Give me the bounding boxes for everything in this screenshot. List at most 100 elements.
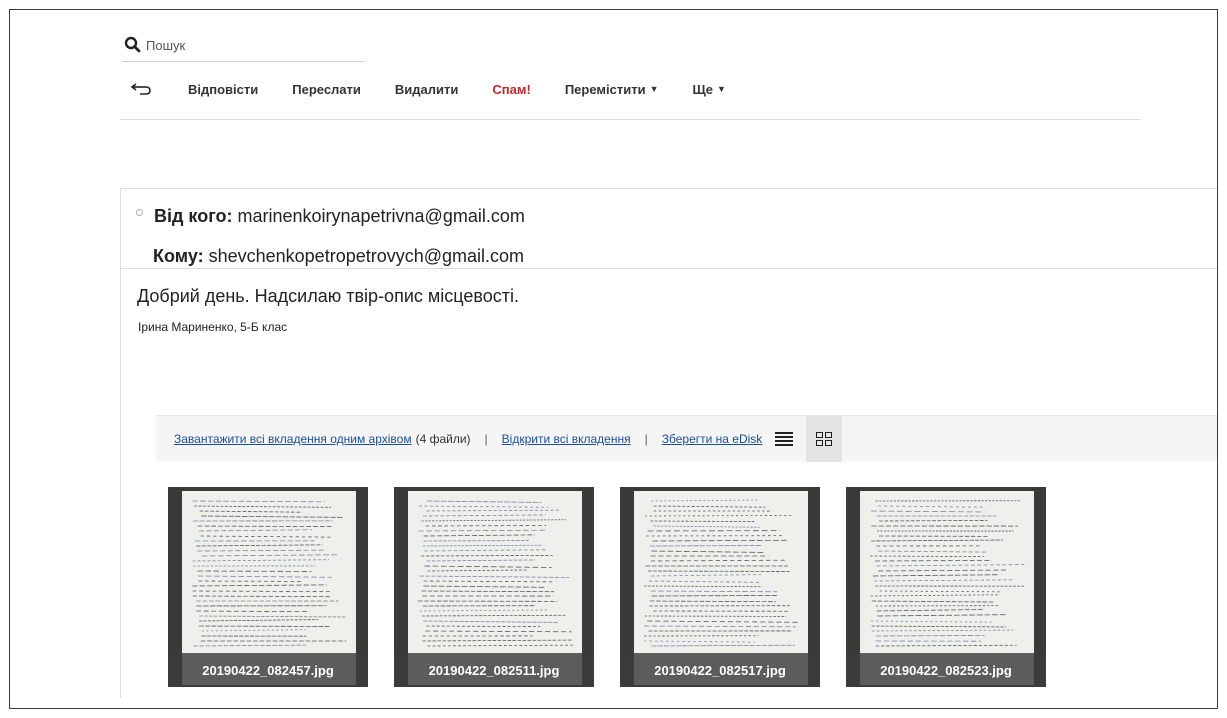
handwriting-stroke [421, 554, 553, 557]
handwriting-stroke [650, 590, 778, 593]
search-box[interactable]: Пошук [122, 29, 365, 62]
handwriting-stroke [650, 559, 786, 562]
open-all-link[interactable]: Відкрити всі вкладення [502, 432, 631, 446]
handwriting-stroke [426, 509, 560, 512]
from-address[interactable]: marinenkoirynapetrivna@gmail.com [237, 206, 524, 226]
move-dropdown[interactable]: Перемістити ▼ [565, 82, 659, 97]
handwriting-stroke [651, 499, 759, 502]
handwriting-stroke [199, 529, 312, 532]
chevron-down-icon: ▼ [716, 84, 726, 94]
handwriting-stroke [872, 574, 998, 577]
unread-dot-icon[interactable] [136, 209, 143, 216]
handwriting-stroke [427, 644, 573, 647]
handwriting-stroke [423, 580, 555, 583]
handwriting-stroke [870, 555, 985, 558]
handwriting-stroke [653, 525, 760, 528]
handwriting-stroke [879, 520, 988, 522]
handwriting-stroke [650, 520, 755, 522]
handwriting-stroke [871, 620, 994, 623]
search-placeholder[interactable]: Пошук [146, 38, 185, 53]
handwriting-stroke [424, 549, 546, 552]
handwriting-stroke [201, 515, 343, 518]
grid-view-icon [816, 431, 833, 446]
handwriting-stroke [870, 594, 1001, 597]
grid-view-button[interactable] [806, 415, 843, 462]
handwriting-stroke [644, 585, 763, 588]
handwriting-stroke [197, 549, 325, 552]
handwriting-stroke [423, 514, 546, 517]
handwriting-stroke [424, 565, 552, 568]
handwriting-stroke [647, 620, 799, 623]
reply-button[interactable]: Відповісти [188, 82, 258, 97]
download-all-link[interactable]: Завантажити всі вкладення одним архівом [174, 432, 412, 446]
handwriting-stroke [192, 559, 329, 562]
handwriting-stroke [197, 525, 333, 528]
handwriting-stroke [877, 614, 1006, 617]
handwriting-stroke [422, 639, 573, 642]
handwriting-stroke [651, 595, 777, 597]
handwriting-stroke [192, 500, 325, 503]
delete-button[interactable]: Видалити [395, 82, 458, 97]
handwriting-stroke [201, 629, 306, 632]
from-line: Від кого: marinenkoirynapetrivna@gmail.c… [154, 206, 525, 227]
save-edisk-link[interactable]: Зберегти на eDisk [662, 432, 763, 446]
handwriting-stroke [199, 615, 347, 618]
handwriting-stroke [644, 625, 796, 628]
back-arrow-icon [130, 83, 151, 95]
handwriting-stroke [199, 619, 319, 622]
attachment-thumbnail[interactable]: 20190422_082457.jpg [168, 487, 368, 687]
handwriting-stroke [871, 539, 1003, 542]
handwriting-stroke [878, 550, 986, 553]
message-signature: Ірина Мариненко, 5-Б клас [138, 320, 288, 334]
handwriting-stroke [201, 554, 338, 557]
list-view-button[interactable] [766, 416, 802, 462]
handwriting-stroke [423, 620, 559, 623]
attachment-thumbnail[interactable]: 20190422_082517.jpg [620, 487, 820, 687]
forward-button[interactable]: Переслати [292, 82, 361, 97]
handwriting-stroke [421, 519, 567, 522]
handwriting-stroke [419, 575, 569, 578]
handwriting-stroke [423, 534, 535, 537]
handwriting-stroke [192, 595, 331, 598]
message-body-text: Добрий день. Надсилаю твір-опис місцевос… [137, 286, 519, 306]
attachment-filename: 20190422_082457.jpg [168, 653, 368, 687]
handwriting-stroke [649, 600, 776, 603]
handwriting-stroke [878, 505, 983, 508]
handwriting-stroke [427, 569, 529, 572]
handwriting-stroke [419, 609, 549, 612]
handwriting-stroke [421, 590, 555, 593]
attachment-filename: 20190422_082511.jpg [394, 653, 594, 687]
attachments-count: (4 файли) [415, 431, 471, 446]
handwriting-stroke [426, 500, 542, 503]
handwriting-stroke [651, 644, 795, 647]
handwriting-stroke [426, 625, 541, 628]
handwriting-stroke [418, 529, 546, 532]
mail-window: Пошук Відповісти Переслати Видалити Спам… [9, 9, 1218, 709]
header-divider [121, 268, 1217, 269]
separator: | [484, 431, 488, 446]
move-label: Перемістити [564, 81, 646, 97]
handwriting-stroke [418, 505, 549, 508]
handwriting-stroke [874, 579, 1015, 582]
to-label: Кому: [153, 246, 204, 266]
attachment-filename: 20190422_082523.jpg [846, 653, 1046, 687]
handwriting-stroke [876, 609, 983, 612]
handwriting-stroke [875, 560, 992, 562]
handwriting-stroke [651, 574, 761, 577]
attachment-thumbnail[interactable]: 20190422_082511.jpg [394, 487, 594, 687]
toolbar-divider [120, 119, 1140, 120]
attachment-thumbnail[interactable]: 20190422_082523.jpg [846, 487, 1046, 687]
message-toolbar: Відповісти Переслати Видалити Спам! Пере… [122, 74, 760, 104]
attachment-thumbnails: 20190422_082457.jpg 20190422_082511.jpg … [168, 487, 1072, 687]
handwriting-stroke [425, 525, 547, 527]
handwriting-stroke [651, 550, 766, 553]
back-button[interactable] [130, 82, 152, 96]
to-address[interactable]: shevchenkopetropetrovych@gmail.com [209, 246, 524, 266]
handwriting-stroke [870, 510, 985, 513]
from-label: Від кого: [154, 206, 233, 226]
more-dropdown[interactable]: Ще ▼ [692, 82, 725, 97]
message-card: Від кого: marinenkoirynapetrivna@gmail.c… [120, 188, 1217, 698]
handwriting-stroke [199, 510, 303, 513]
to-line: Кому: shevchenkopetropetrovych@gmail.com [153, 246, 524, 267]
spam-button[interactable]: Спам! [492, 82, 530, 97]
